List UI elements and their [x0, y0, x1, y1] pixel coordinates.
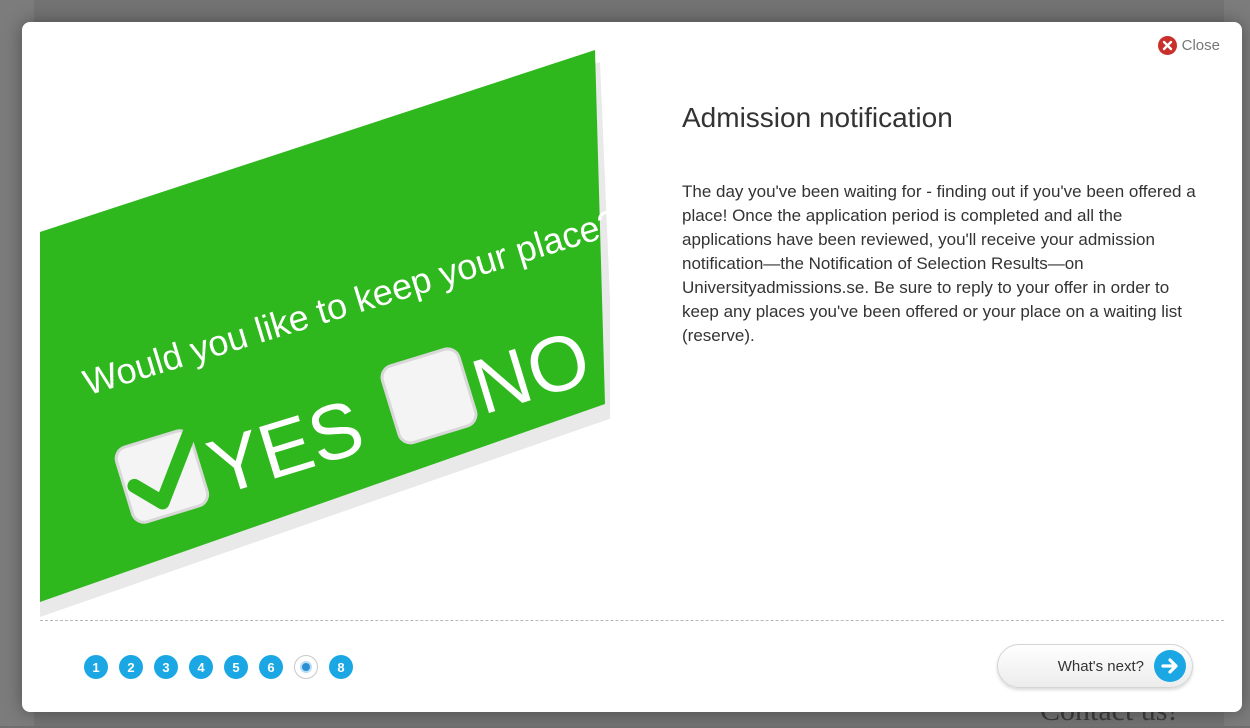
admission-modal: Close Would you like to keep your place?…: [22, 22, 1242, 712]
illustration-image: Would you like to keep your place? YES N…: [40, 32, 610, 622]
close-label[interactable]: Close: [1182, 37, 1220, 54]
whats-next-label[interactable]: What's next?: [1058, 658, 1144, 675]
whats-next-button[interactable]: What's next?: [997, 644, 1193, 688]
page-3-button[interactable]: 3: [154, 655, 178, 679]
close-icon[interactable]: [1157, 36, 1177, 55]
page-1-button[interactable]: 1: [84, 655, 108, 679]
modal-body-text: The day you've been waiting for - findin…: [682, 182, 1196, 345]
page-5-button[interactable]: 5: [224, 655, 248, 679]
close-button[interactable]: Close: [1157, 36, 1220, 55]
page-7-current-indicator[interactable]: [294, 655, 318, 679]
arrow-right-icon[interactable]: [1154, 650, 1186, 682]
current-page-icon: [300, 661, 312, 673]
page-6-button[interactable]: 6: [259, 655, 283, 679]
divider: [40, 620, 1224, 621]
modal-title: Admission notification: [682, 102, 953, 133]
page-8-button[interactable]: 8: [329, 655, 353, 679]
page-4-button[interactable]: 4: [189, 655, 213, 679]
page-2-button[interactable]: 2: [119, 655, 143, 679]
step-pagination: 1 2 3 4 5 6 8: [84, 655, 353, 679]
